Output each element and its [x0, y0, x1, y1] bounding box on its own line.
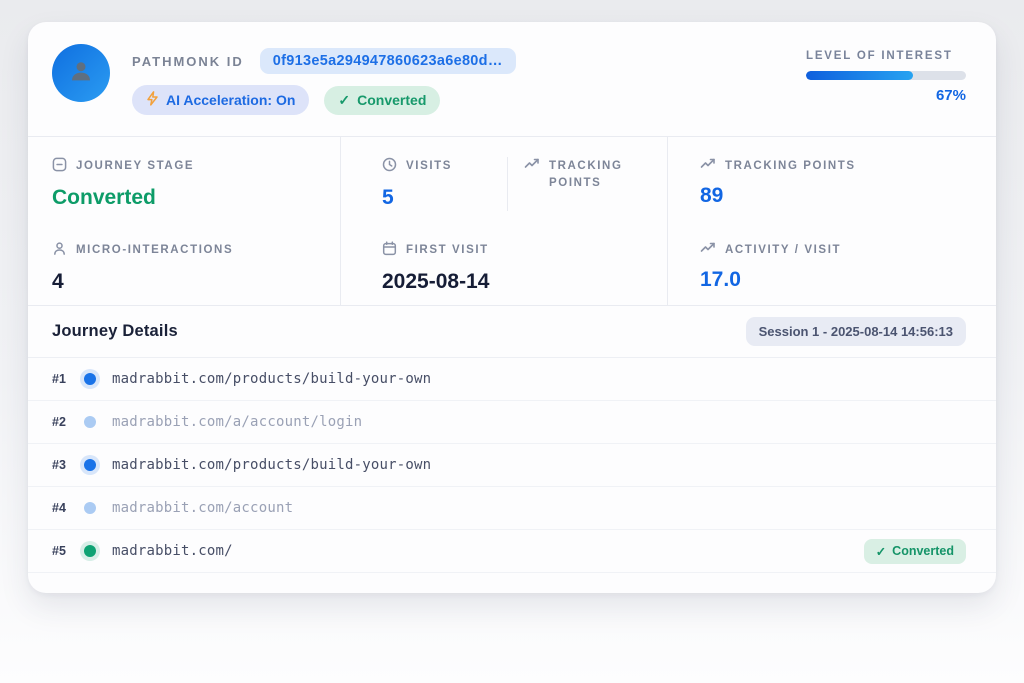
journey-step-dot	[84, 416, 96, 428]
stat-label: FIRST VISIT	[406, 242, 489, 259]
interest-progress-track	[806, 71, 966, 80]
journey-row-index: #2	[52, 415, 82, 429]
stat-value: 89	[700, 184, 996, 208]
card-header: PATHMONK ID 0f913e5a294947860623a6e80d… …	[28, 22, 996, 137]
journey-step-dot	[84, 459, 96, 471]
lightning-icon	[146, 91, 159, 109]
stat-value: 2025-08-14	[382, 270, 667, 294]
stat-label: JOURNEY STAGE	[76, 158, 194, 175]
journey-row[interactable]: #1 madrabbit.com/products/build-your-own	[28, 358, 996, 401]
stat-value: Converted	[52, 186, 340, 210]
journey-step-url: madrabbit.com/products/build-your-own	[112, 371, 966, 387]
journey-row-index: #5	[52, 544, 82, 558]
person-icon	[52, 241, 67, 262]
interest-progress-fill	[806, 71, 913, 80]
journey-step-url: madrabbit.com/products/build-your-own	[112, 457, 966, 473]
check-icon: ✓	[876, 544, 886, 559]
pathmonk-id-label: PATHMONK ID	[132, 54, 244, 69]
stat-activity-per-visit: ACTIVITY / VISIT 17.0	[668, 221, 996, 305]
journey-row-index: #4	[52, 501, 82, 515]
stat-tracking-points: TRACKING POINTS 89	[668, 137, 996, 221]
journey-row[interactable]: #4 madrabbit.com/account	[28, 487, 996, 530]
converted-status-label: Converted	[357, 92, 426, 108]
journey-list: #1 madrabbit.com/products/build-your-own…	[28, 358, 996, 573]
stat-label: TRACKING POINTS	[725, 158, 856, 175]
journey-row-converted-label: Converted	[892, 544, 954, 558]
stat-visits: VISITS 5	[341, 137, 508, 221]
check-icon: ✓	[338, 92, 350, 109]
calendar-icon	[382, 241, 397, 262]
converted-status-badge: ✓ Converted	[324, 86, 440, 115]
interest-percent-value: 67%	[806, 87, 966, 104]
stat-label: MICRO-INTERACTIONS	[76, 242, 233, 259]
clock-icon	[382, 157, 397, 178]
visitor-profile-card: PATHMONK ID 0f913e5a294947860623a6e80d… …	[28, 22, 996, 593]
stat-value: 17.0	[700, 268, 996, 292]
stat-journey-stage: JOURNEY STAGE Converted	[28, 137, 341, 221]
journey-row-index: #3	[52, 458, 82, 472]
stat-first-visit: FIRST VISIT 2025-08-14	[341, 221, 668, 305]
journey-row[interactable]: #2 madrabbit.com/a/account/login	[28, 401, 996, 444]
journey-details-title: Journey Details	[52, 322, 178, 341]
journey-details-header: Journey Details Session 1 - 2025-08-14 1…	[28, 306, 996, 358]
journey-row-converted-badge: ✓ Converted	[864, 539, 966, 564]
journey-row[interactable]: #5 madrabbit.com/ ✓ Converted	[28, 530, 996, 573]
trend-icon	[700, 157, 716, 176]
trend-icon	[700, 241, 716, 260]
journey-step-dot	[84, 373, 96, 385]
stat-tracking-points-label-cell: TRACKING POINTS	[508, 137, 668, 221]
stat-label: ACTIVITY / VISIT	[725, 242, 841, 259]
session-badge[interactable]: Session 1 - 2025-08-14 14:56:13	[746, 317, 966, 346]
journey-stage-icon	[52, 157, 67, 178]
journey-step-dot	[84, 502, 96, 514]
journey-row[interactable]: #3 madrabbit.com/products/build-your-own	[28, 444, 996, 487]
ai-acceleration-badge: AI Acceleration: On	[132, 85, 309, 115]
level-of-interest-widget: LEVEL OF INTEREST 67%	[806, 50, 966, 104]
stat-label: TRACKING POINTS	[549, 158, 657, 191]
pathmonk-id-value[interactable]: 0f913e5a294947860623a6e80d…	[260, 48, 516, 74]
ai-acceleration-label: AI Acceleration: On	[166, 92, 295, 108]
journey-step-url: madrabbit.com/account	[112, 500, 966, 516]
avatar	[52, 44, 110, 102]
stat-micro-interactions: MICRO-INTERACTIONS 4	[28, 221, 341, 305]
stat-label: VISITS	[406, 158, 452, 175]
person-avatar-icon	[66, 56, 96, 91]
journey-step-dot	[84, 545, 96, 557]
journey-step-url: madrabbit.com/a/account/login	[112, 414, 966, 430]
stat-value: 5	[382, 186, 508, 210]
journey-step-url: madrabbit.com/	[112, 543, 864, 559]
stat-value: 4	[52, 270, 340, 294]
trend-icon	[524, 157, 540, 176]
stats-grid: JOURNEY STAGE Converted VISITS 5 TRACKIN…	[28, 137, 996, 306]
journey-row-index: #1	[52, 372, 82, 386]
level-of-interest-label: LEVEL OF INTEREST	[806, 50, 966, 62]
